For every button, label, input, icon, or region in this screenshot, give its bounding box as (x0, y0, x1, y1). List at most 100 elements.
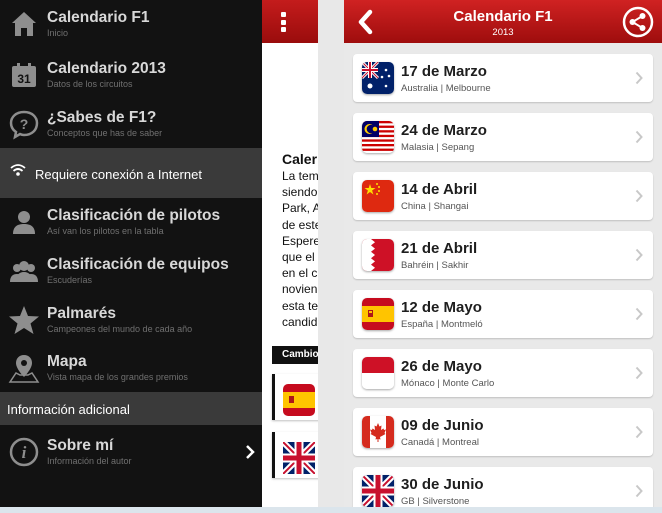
menu-item-title: Sobre mí (47, 437, 114, 454)
race-location: China | Shangai (401, 201, 469, 212)
overflow-menu-icon[interactable] (281, 12, 286, 32)
underlying-card-spain[interactable] (272, 374, 318, 420)
underlying-article-text: Caler La tem siendo Park, A de este Espe… (282, 151, 318, 330)
chevron-right-icon (244, 444, 256, 460)
internet-notice: Requiere conexión a Internet (0, 148, 262, 198)
bahrain-flag-icon (362, 239, 394, 271)
article-line: La tem (282, 169, 318, 183)
underlying-card-uk[interactable] (272, 432, 318, 478)
race-date: 09 de Junio (401, 417, 484, 434)
calendar-header: Calendario F1 2013 (344, 0, 662, 43)
race-row-spain[interactable]: 12 de Mayo España | Montmeló (353, 290, 653, 338)
menu-item-title: ¿Sabes de F1? (47, 109, 157, 126)
map-pin-icon (8, 352, 40, 384)
race-row-china[interactable]: 14 de Abril China | Shangai (353, 172, 653, 220)
chevron-right-icon (635, 425, 643, 439)
menu-item-sobre-mi[interactable]: i Sobre mí Información del autor (0, 428, 262, 476)
race-location: GB | Silverstone (401, 496, 470, 507)
menu-item-title: Calendario 2013 (47, 60, 166, 77)
article-line: novien (282, 282, 318, 297)
race-date: 14 de Abril (401, 181, 478, 198)
menu-item-subtitle: Así van los pilotos en la tabla (47, 226, 164, 236)
bottom-edge (0, 507, 662, 513)
menu-item-subtitle: Inicio (47, 28, 69, 38)
menu-item-subtitle: Vista mapa de los grandes premios (47, 372, 188, 382)
person-icon (8, 206, 40, 238)
section-header-label: Información adicional (7, 402, 130, 417)
wifi-icon (10, 163, 26, 180)
menu-item-subtitle: Información del autor (47, 456, 132, 466)
menu-item-subtitle: Campeones del mundo de cada año (47, 324, 193, 334)
race-location: Bahréin | Sakhir (401, 260, 469, 271)
race-location: Canadá | Montreal (401, 437, 479, 448)
race-row-great-britain[interactable]: 30 de Junio GB | Silverstone (353, 467, 653, 507)
chevron-right-icon (635, 307, 643, 321)
menu-item-title: Mapa (47, 353, 87, 370)
menu-item-clasificacion-pilotos[interactable]: Clasificación de pilotos Así van los pil… (0, 198, 262, 246)
race-row-australia[interactable]: 17 de Marzo Australia | Melbourne (353, 54, 653, 102)
menu-item-sabes-de-f1[interactable]: ? ¿Sabes de F1? Conceptos que has de sab… (0, 100, 262, 148)
race-location: Malasia | Sepang (401, 142, 475, 153)
article-line: de este (282, 217, 318, 232)
chevron-right-icon (635, 130, 643, 144)
race-date: 17 de Marzo (401, 63, 487, 80)
menu-item-clasificacion-equipos[interactable]: Clasificación de equipos Escuderías (0, 247, 262, 295)
australia-flag-icon (362, 62, 394, 94)
calendar-title: Calendario F1 (453, 8, 553, 25)
spain-flag-icon (362, 298, 394, 330)
race-row-malaysia[interactable]: 24 de Marzo Malasia | Sepang (353, 113, 653, 161)
chevron-right-icon (635, 71, 643, 85)
article-line: esta te (282, 298, 318, 313)
menu-item-calendario-f1[interactable]: Calendario F1 Inicio (0, 0, 262, 48)
share-button[interactable] (622, 6, 654, 38)
menu-item-subtitle: Conceptos que has de saber (47, 128, 163, 138)
chevron-right-icon (635, 366, 643, 380)
article-heading: Caler (282, 151, 318, 167)
race-date: 24 de Marzo (401, 122, 487, 139)
race-date: 30 de Junio (401, 476, 484, 493)
race-row-monaco[interactable]: 26 de Mayo Mónaco | Monte Carlo (353, 349, 653, 397)
calendar-screen: Calendario F1 2013 17 de Marzo Australia (344, 0, 662, 507)
star-icon (8, 304, 40, 336)
section-header-informacion: Información adicional (0, 392, 262, 425)
internet-notice-text: Requiere conexión a Internet (35, 167, 202, 182)
article-line: candid (282, 314, 318, 329)
navigation-drawer: Calendario F1 Inicio 31 Calendario 2013 … (0, 0, 262, 507)
article-line: Espere (282, 233, 318, 248)
chevron-right-icon (635, 484, 643, 498)
screen-divider (318, 0, 344, 507)
menu-item-palmares[interactable]: Palmarés Campeones del mundo de cada año (0, 296, 262, 344)
race-row-canada[interactable]: 09 de Junio Canadá | Montreal (353, 408, 653, 456)
race-location: Mónaco | Monte Carlo (401, 378, 495, 389)
menu-item-title: Calendario F1 (47, 9, 150, 26)
underlying-action-bar (262, 0, 318, 43)
malaysia-flag-icon (362, 121, 394, 153)
article-line: Park, A (282, 201, 318, 216)
article-line: siendo (282, 185, 318, 200)
uk-flag-icon (362, 475, 394, 507)
china-flag-icon (362, 180, 394, 212)
share-icon (622, 6, 654, 38)
race-date: 26 de Mayo (401, 358, 482, 375)
menu-item-title: Clasificación de equipos (47, 256, 229, 273)
home-icon (8, 8, 40, 40)
calendar-31-icon: 31 (8, 59, 40, 91)
race-location: España | Montmeló (401, 319, 483, 330)
race-location: Australia | Melbourne (401, 83, 491, 94)
menu-item-calendario-2013[interactable]: 31 Calendario 2013 Datos de los circuito… (0, 51, 262, 99)
chevron-right-icon (635, 189, 643, 203)
uk-flag-icon (283, 442, 315, 474)
underlying-section-band: Cambio (272, 346, 318, 364)
race-date: 21 de Abril (401, 240, 478, 257)
race-row-bahrain[interactable]: 21 de Abril Bahréin | Sakhir (353, 231, 653, 279)
info-icon: i (8, 436, 40, 468)
menu-item-subtitle: Escuderías (47, 275, 93, 285)
article-line: en el c (282, 266, 318, 281)
menu-item-title: Palmarés (47, 305, 116, 322)
menu-item-mapa[interactable]: Mapa Vista mapa de los grandes premios (0, 344, 262, 392)
menu-item-subtitle: Datos de los circuitos (47, 79, 133, 89)
svg-text:i: i (22, 443, 27, 462)
canada-flag-icon (362, 416, 394, 448)
spain-flag-icon (283, 384, 315, 416)
question-bubble-icon: ? (8, 108, 40, 140)
